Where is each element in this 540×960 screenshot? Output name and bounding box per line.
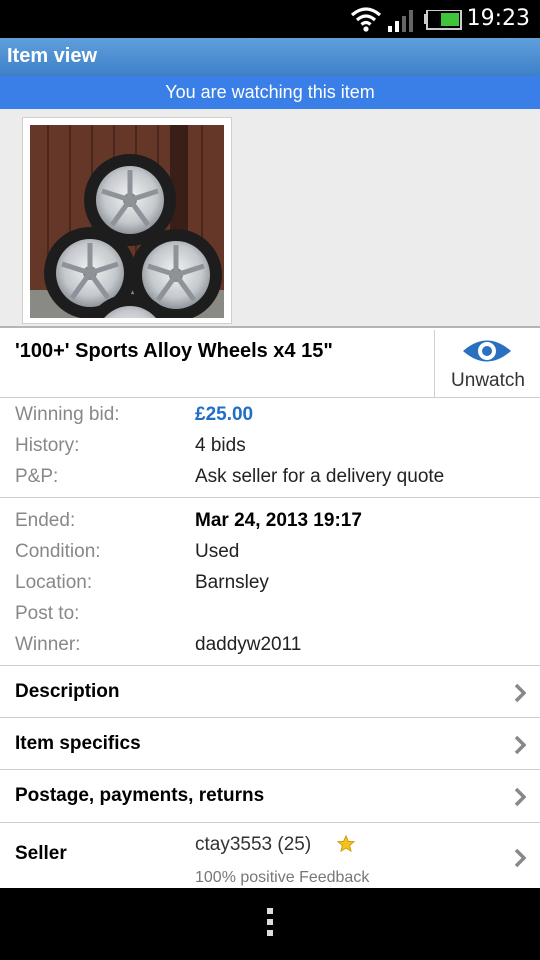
postage-payments-returns-row[interactable]: Postage, payments, returns	[0, 769, 540, 821]
page-title: Item view	[7, 45, 98, 67]
history-row[interactable]: History: 4 bids	[0, 435, 540, 466]
bid-row: Winning bid: £25.00	[0, 404, 540, 435]
status-bar: 19:23	[0, 0, 540, 38]
history-value: 4 bids	[195, 435, 246, 456]
condition-label: Condition:	[15, 541, 101, 562]
watching-banner: You are watching this item	[0, 76, 540, 109]
post-to-row: Post to:	[0, 603, 540, 634]
wheels-photo-image	[30, 125, 224, 318]
ended-label: Ended:	[15, 510, 76, 531]
postage-value: Ask seller for a delivery quote	[195, 466, 445, 487]
navigation-bar	[0, 888, 540, 960]
menu-icon[interactable]	[266, 908, 274, 942]
item-specifics-row[interactable]: Item specifics	[0, 717, 540, 769]
location-row: Location: Barnsley	[0, 572, 540, 603]
ended-value: Mar 24, 2013 19:17	[195, 510, 362, 531]
winner-row: Winner: daddyw2011	[0, 634, 540, 665]
condition-row: Condition: Used	[0, 541, 540, 572]
signal-icon	[388, 10, 413, 32]
item-photo[interactable]	[22, 117, 232, 324]
bid-value: £25.00	[195, 404, 254, 425]
item-title: '100+' Sports Alloy Wheels x4 15"	[15, 340, 333, 362]
history-label: History:	[15, 435, 80, 456]
postage-label: P&P:	[15, 466, 59, 487]
battery-icon	[424, 10, 462, 30]
location-label: Location:	[15, 572, 93, 593]
photo-strip	[0, 109, 540, 328]
description-row[interactable]: Description	[0, 665, 540, 717]
item-specifics-label: Item specifics	[15, 733, 141, 754]
location-value: Barnsley	[195, 572, 269, 593]
postage-row: P&P: Ask seller for a delivery quote	[0, 466, 540, 497]
chevron-right-icon	[514, 683, 526, 703]
postage-payments-returns-label: Postage, payments, returns	[15, 785, 265, 806]
winner-label: Winner:	[15, 634, 81, 655]
chevron-right-icon	[514, 787, 526, 807]
chevron-right-icon	[514, 848, 526, 868]
star-icon	[337, 835, 355, 853]
seller-feedback: 100% positive Feedback	[195, 869, 370, 886]
post-to-label: Post to:	[15, 603, 80, 624]
action-bar: Item view	[0, 38, 540, 76]
chevron-right-icon	[514, 735, 526, 755]
description-label: Description	[15, 681, 120, 702]
unwatch-button[interactable]: Unwatch	[434, 330, 540, 397]
seller-label: Seller	[15, 843, 67, 864]
unwatch-label: Unwatch	[451, 370, 525, 391]
bid-label: Winning bid:	[15, 404, 120, 425]
item-title-row: '100+' Sports Alloy Wheels x4 15" Unwatc…	[0, 330, 540, 398]
eye-icon	[463, 340, 511, 362]
ended-row: Ended: Mar 24, 2013 19:17	[0, 510, 540, 541]
divider	[0, 497, 540, 498]
app-screen: 19:23 Item view You are watching this it…	[0, 0, 540, 960]
clock: 19:23	[466, 6, 530, 31]
seller-row[interactable]: Seller ctay3553 (25) 100% positive Feedb…	[0, 822, 540, 888]
winner-value: daddyw2011	[195, 634, 302, 655]
condition-value: Used	[195, 541, 240, 562]
wifi-icon	[350, 7, 382, 32]
seller-name: ctay3553 (25)	[195, 834, 312, 855]
